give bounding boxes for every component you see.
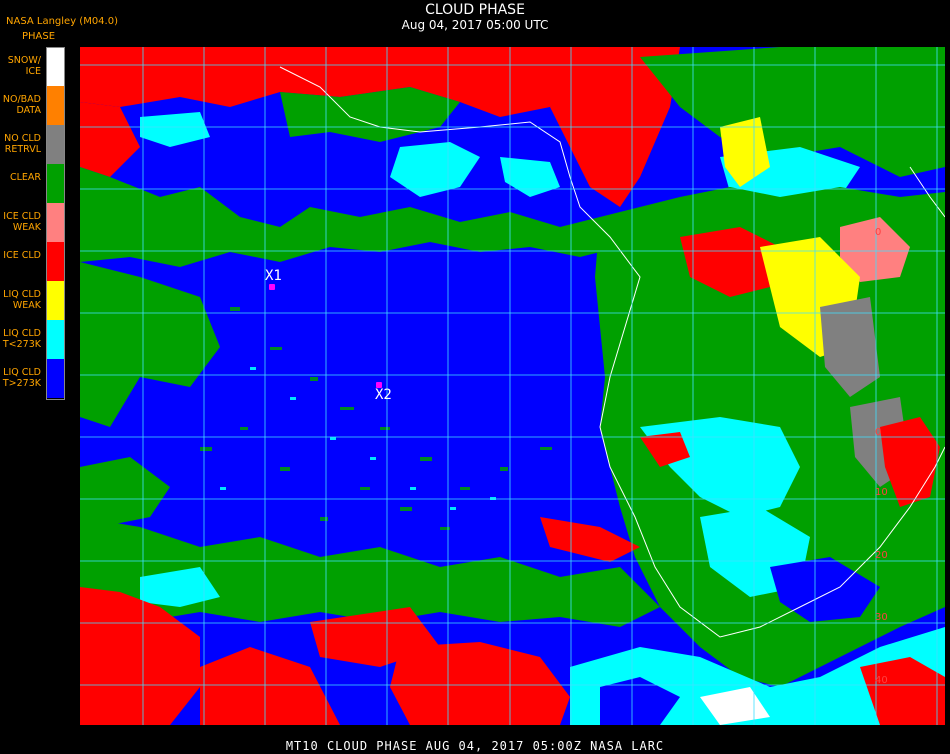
cloud-phase-map[interactable]: 0 0 10 20 30 40 X1 X2	[80, 47, 945, 725]
legend-item-liq-cld-warm: LIQ CLD T>273K	[0, 359, 66, 398]
legend-label: ICE CLD WEAK	[3, 211, 41, 233]
source-label: NASA Langley (M04.0)	[6, 16, 118, 27]
legend-label: LIQ CLD WEAK	[3, 289, 41, 311]
legend-swatch	[46, 203, 65, 242]
legend-heading: PHASE	[22, 31, 56, 42]
map-timestamp: Aug 04, 2017 05:00 UTC	[401, 18, 549, 32]
legend-swatch	[46, 47, 65, 86]
footer-bar: MT10 CLOUD PHASE AUG 04, 2017 05:00Z NAS…	[0, 735, 950, 753]
legend-item-ice-cld: ICE CLD	[0, 242, 66, 281]
title-block: CLOUD PHASE Aug 04, 2017 05:00 UTC	[330, 2, 620, 32]
marker-x2-label[interactable]: X2	[375, 387, 392, 403]
marker-x1-dot[interactable]	[269, 284, 275, 290]
grid-label: 20	[875, 550, 888, 561]
legend-label: NO/BAD DATA	[2, 94, 41, 116]
legend-item-liq-cld-weak: LIQ CLD WEAK	[0, 281, 66, 320]
legend-item-ice-cld-weak: ICE CLD WEAK	[0, 203, 66, 242]
legend-item-clear: CLEAR	[0, 164, 66, 203]
legend-item-no-bad-data: NO/BAD DATA	[0, 86, 66, 125]
grid-label: 10	[875, 487, 888, 498]
grid-label: 0	[875, 427, 882, 438]
map-title: CLOUD PHASE	[425, 2, 525, 18]
legend-label: NO CLD RETRVL	[4, 133, 41, 155]
footer-caption: MT10 CLOUD PHASE AUG 04, 2017 05:00Z NAS…	[285, 739, 665, 753]
legend-item-liq-cld-cold: LIQ CLD T<273K	[0, 320, 66, 359]
legend-item-snow-ice: SNOW/ ICE	[0, 47, 66, 86]
grid-label: 30	[875, 612, 888, 623]
legend-label: LIQ CLD T>273K	[2, 367, 41, 389]
grid-label: 40	[875, 675, 888, 686]
legend-label: CLEAR	[9, 172, 41, 183]
grid-label: 0	[875, 227, 882, 238]
marker-x1-label[interactable]: X1	[265, 268, 282, 284]
legend-swatch	[46, 281, 65, 320]
legend-label: SNOW/ ICE	[7, 55, 41, 77]
legend-swatch	[46, 86, 65, 125]
legend-swatch	[46, 242, 65, 281]
legend-swatch	[46, 164, 65, 203]
legend-item-no-cld-retrvl: NO CLD RETRVL	[0, 125, 66, 164]
legend-swatch	[46, 125, 65, 164]
legend-label: ICE CLD	[3, 250, 41, 261]
legend-swatch	[46, 359, 65, 398]
map-canvas	[80, 47, 945, 725]
legend-label: LIQ CLD T<273K	[2, 328, 41, 350]
legend-swatch	[46, 320, 65, 359]
